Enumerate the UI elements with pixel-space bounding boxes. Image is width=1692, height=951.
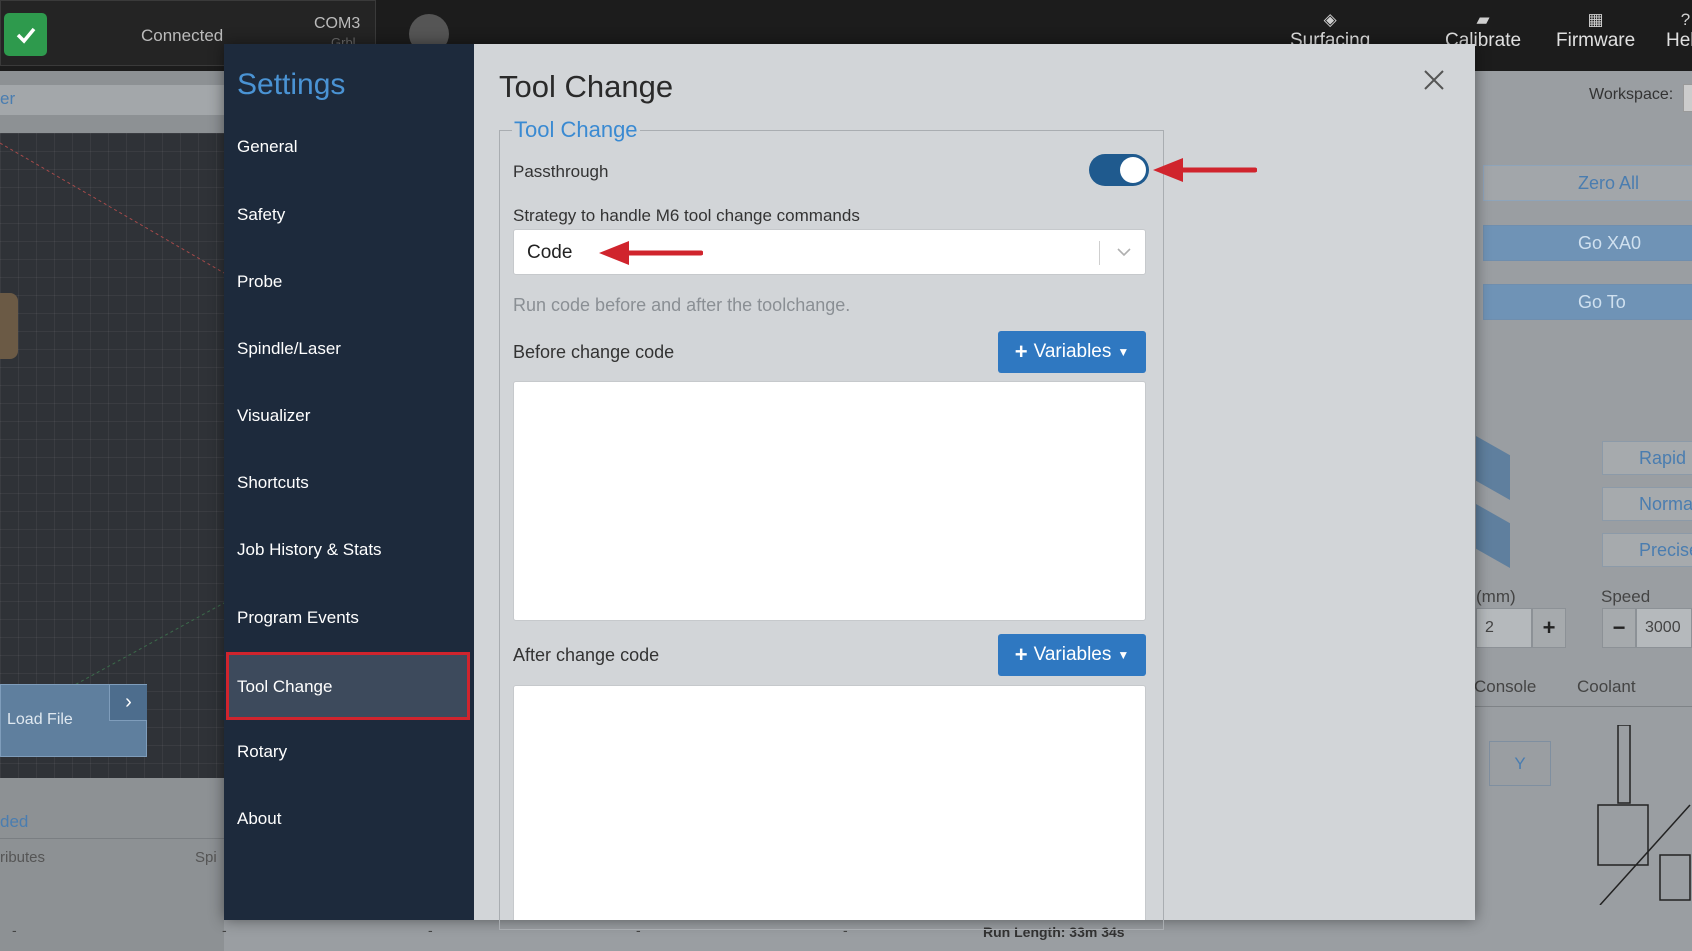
y-button[interactable]: Y [1489, 741, 1551, 786]
before-change-label: Before change code [513, 342, 675, 362]
toggle-knob [1120, 157, 1146, 183]
variables-label: Variables [1033, 644, 1112, 665]
load-file-button[interactable]: Load File › [0, 684, 147, 757]
right-divider [1474, 706, 1692, 707]
close-button[interactable] [1416, 62, 1452, 98]
connected-check-icon [4, 13, 47, 56]
tab-console[interactable]: Console [1474, 677, 1536, 697]
go-to-label: Go To [1578, 291, 1626, 312]
tab-coolant[interactable]: Coolant [1577, 677, 1636, 697]
minus-icon: − [1612, 615, 1626, 640]
after-change-code-input[interactable] [513, 685, 1146, 920]
spindle-label: Spi [195, 849, 217, 866]
visualizer-viewport[interactable] [0, 133, 224, 778]
strategy-select-value: Code [527, 242, 573, 263]
after-change-label: After change code [513, 645, 660, 665]
sidebar-item-tool-change-label: Tool Change [237, 677, 333, 696]
step-value-text: 2 [1485, 619, 1494, 636]
section-title: Tool Change [512, 117, 640, 143]
plus-icon: + [1542, 615, 1556, 640]
sidebar-item-safety[interactable]: Safety [237, 205, 285, 225]
viewport-grid-lines [0, 142, 224, 694]
help-icon: ? [1680, 10, 1691, 29]
nav-firmware[interactable]: ▦ Firmware [1556, 10, 1635, 52]
sidebar-item-tool-change[interactable]: Tool Change [226, 652, 470, 720]
stat-dash: - [12, 922, 17, 938]
page-title: Tool Change [499, 69, 674, 104]
sidebar-item-program-events[interactable]: Program Events [237, 608, 359, 628]
surfacing-icon: ◈ [1323, 10, 1337, 29]
caret-down-icon: ▼ [1117, 345, 1130, 359]
left-panel-tab-label: er [0, 89, 16, 108]
go-xa0-label: Go XA0 [1578, 232, 1642, 253]
settings-sidebar: Settings General Safety Probe Spindle/La… [224, 44, 474, 920]
go-to-button[interactable]: Go To [1483, 284, 1692, 320]
before-change-code-input[interactable] [513, 381, 1146, 621]
left-panel-tab[interactable]: er [0, 85, 224, 115]
go-xa0-button[interactable]: Go XA0 [1483, 225, 1692, 261]
step-increase-button[interactable]: + [1532, 608, 1566, 648]
caret-down-icon: ▼ [1117, 648, 1130, 662]
plus-icon: + [1014, 339, 1028, 364]
speed-normal-label: Normal [1639, 493, 1692, 514]
stat-dash: - [428, 922, 433, 938]
speed-precise-button[interactable]: Precise [1602, 533, 1692, 567]
annotation-arrow-icon [1153, 158, 1257, 182]
y-button-label: Y [1514, 753, 1526, 773]
annotation-arrow-icon [599, 241, 703, 265]
nav-help-label: Help [1666, 30, 1692, 51]
speed-rapid-button[interactable]: Rapid [1602, 441, 1692, 475]
settings-title: Settings [237, 68, 346, 101]
variables-label: Variables [1033, 341, 1112, 362]
ruler-icon: ▰ [1476, 10, 1490, 29]
file-loaded-label: ded [0, 812, 29, 831]
close-icon [1424, 70, 1444, 90]
connection-port: COM3 [314, 15, 361, 32]
sidebar-item-shortcuts[interactable]: Shortcuts [237, 473, 309, 493]
load-file-label: Load File [7, 711, 73, 728]
speed-decrease-button[interactable]: − [1602, 608, 1636, 648]
step-value[interactable]: 2 [1476, 608, 1532, 648]
strategy-label: Strategy to handle M6 tool change comman… [513, 206, 860, 225]
speed-value-text: 3000 [1645, 619, 1681, 636]
tool-probe-illustration [1597, 725, 1691, 905]
workspace-select[interactable] [1683, 84, 1692, 112]
sidebar-item-visualizer[interactable]: Visualizer [237, 406, 310, 426]
chip-icon: ▦ [1587, 10, 1604, 29]
attributes-label: ributes [0, 849, 46, 866]
speed-normal-button[interactable]: Normal [1602, 487, 1692, 521]
after-variables-button[interactable]: + Variables ▼ [998, 634, 1146, 676]
step-label: (mm) [1476, 587, 1516, 606]
sidebar-item-probe[interactable]: Probe [237, 272, 282, 292]
speed-precise-label: Precise [1639, 539, 1692, 560]
nav-firmware-label: Firmware [1556, 30, 1636, 51]
sidebar-item-job-history[interactable]: Job History & Stats [237, 540, 382, 560]
sidebar-item-general[interactable]: General [237, 137, 297, 157]
passthrough-label: Passthrough [513, 162, 609, 181]
speed-rapid-label: Rapid [1639, 447, 1687, 468]
workspace-label: Workspace: [1589, 86, 1674, 103]
zero-all-label: Zero All [1578, 172, 1640, 193]
sidebar-item-spindle-laser[interactable]: Spindle/Laser [237, 339, 341, 359]
sidebar-item-about[interactable]: About [237, 809, 281, 829]
plus-icon: + [1014, 642, 1028, 667]
passthrough-toggle[interactable] [1089, 154, 1149, 186]
strategy-hint: Run code before and after the toolchange… [513, 295, 851, 315]
nav-help[interactable]: ? Help [1666, 10, 1692, 52]
chevron-down-icon[interactable] [1112, 240, 1136, 264]
sidebar-item-rotary[interactable]: Rotary [237, 742, 287, 762]
speed-value[interactable]: 3000 [1636, 608, 1692, 648]
zero-all-button[interactable]: Zero All [1483, 165, 1692, 201]
connection-status: Connected [141, 26, 224, 45]
before-variables-button[interactable]: + Variables ▼ [998, 331, 1146, 373]
chevron-right-icon[interactable]: › [109, 685, 147, 721]
select-separator [1099, 241, 1100, 265]
stat-dash: - [222, 922, 227, 938]
